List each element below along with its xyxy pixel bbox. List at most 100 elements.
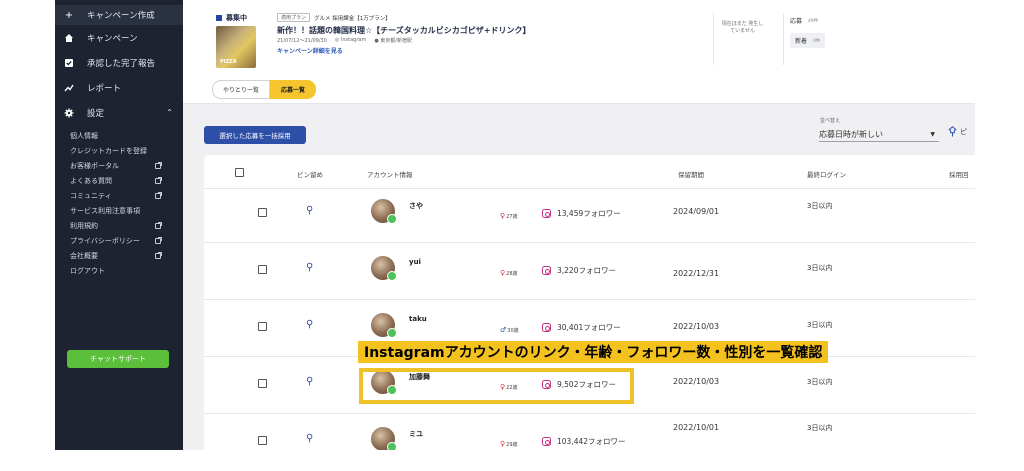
external-link-icon xyxy=(155,236,162,244)
sub-item-label: クレジットカードを登録 xyxy=(70,146,147,155)
last-login: 3日以内 xyxy=(807,378,833,386)
age-gender: ♀ 29歳 xyxy=(500,440,518,448)
apply-label: 応募 xyxy=(790,18,803,25)
sidebar-sub-credit-card[interactable]: クレジットカードを登録 xyxy=(70,143,183,158)
sidebar-sub-logout[interactable]: ログアウト xyxy=(70,263,183,278)
select-all-checkbox[interactable] xyxy=(235,168,244,177)
pin-filter[interactable]: ピ xyxy=(948,126,967,137)
plus-icon: + xyxy=(64,9,74,21)
campaign-title: 新作！！話題の韓国料理☆【チーズタッカルビシカゴピザ+ドリンク】 xyxy=(277,26,531,35)
new-label: 新着 xyxy=(795,38,808,45)
follower-count: 103,442フォロワー xyxy=(557,437,626,446)
pin-icon[interactable]: ⚲ xyxy=(306,376,313,387)
last-login: 3日以内 xyxy=(807,321,833,329)
row-checkbox[interactable] xyxy=(258,322,267,331)
sub-item-label: コミュニティ xyxy=(70,191,112,200)
bulk-hire-button[interactable]: 選択した応募を一括採用 xyxy=(204,126,306,144)
header-account: アカウント情報 xyxy=(367,171,413,179)
table-row[interactable]: ⚲ ミユ ♀ 29歳 103,442フォロワー 2022/10/01 3日以内 xyxy=(204,414,975,450)
row-checkbox[interactable] xyxy=(258,208,267,217)
create-campaign-label: キャンペーン作成 xyxy=(87,11,155,21)
sub-item-label: お客様ポータル xyxy=(70,161,119,170)
sidebar-sub-customer-portal[interactable]: お客様ポータル xyxy=(70,158,183,173)
campaign-dates: 21/07/12〜21/09/30 xyxy=(277,38,327,44)
hold-period: 2022/10/01 xyxy=(673,423,720,432)
sub-item-label: 会社概要 xyxy=(70,251,98,260)
table-row[interactable]: ⚲ さや ♀ 27歳 13,459フォロワー 2024/09/01 3日以内 xyxy=(204,186,975,243)
row-checkbox[interactable] xyxy=(258,436,267,445)
pin-icon[interactable]: ⚲ xyxy=(306,319,313,330)
hold-period: 2024/09/01 xyxy=(673,207,720,216)
list-tabs: やりとり一覧 応募一覧 xyxy=(212,80,317,99)
pin-icon[interactable]: ⚲ xyxy=(306,262,313,273)
sidebar-sub-service-notes[interactable]: サービス利用注意事項 xyxy=(70,203,183,218)
external-link-icon xyxy=(155,161,162,169)
female-icon: ♀ xyxy=(500,440,506,448)
row-checkbox[interactable] xyxy=(258,265,267,274)
sidebar-item-campaign[interactable]: キャンペーン xyxy=(55,25,183,50)
chevron-up-icon[interactable]: ⌃ xyxy=(166,108,173,117)
external-link-icon xyxy=(155,191,162,199)
sub-item-label: 個人情報 xyxy=(70,131,98,140)
caret-down-icon: ▼ xyxy=(930,130,935,138)
campaign-thumbnail[interactable]: PIZZA xyxy=(216,26,256,68)
sidebar-sub-company[interactable]: 会社概要 xyxy=(70,248,183,263)
annotation-highlight-box xyxy=(359,368,634,404)
new-applications-chip[interactable]: 新着 0件 xyxy=(790,33,826,48)
pin-icon[interactable]: ⚲ xyxy=(306,205,313,216)
table-row[interactable]: ⚲ yui ♀ 28歳 3,220フォロワー 2022/12/31 3日以内 xyxy=(204,243,975,300)
sort-select[interactable]: 応募日時が新しい ▼ xyxy=(819,127,939,142)
account-name[interactable]: ミユ xyxy=(409,429,423,439)
sidebar-sub-privacy[interactable]: プライバシーポリシー xyxy=(70,233,183,248)
plan-row: 適用プラン グルメ 採用課金【1万プラン】 xyxy=(277,13,391,22)
sidebar-sub-faq[interactable]: よくある質問 xyxy=(70,173,183,188)
campaign-meta: 21/07/12〜21/09/30 ◎ Instagram ● 東京都/新宿駅 xyxy=(277,37,412,44)
account-name[interactable]: さや xyxy=(409,201,423,211)
avatar[interactable] xyxy=(371,256,397,281)
new-count: 0件 xyxy=(813,38,821,44)
sidebar-item-label: キャンペーン xyxy=(87,33,138,44)
male-icon: ♂ xyxy=(500,326,507,334)
account-name[interactable]: taku xyxy=(409,315,427,323)
applications-table: ピン留め アカウント情報 保留期間 最終ログイン 採用回 ⚲ さや ♀ 27歳 1… xyxy=(204,155,975,450)
row-checkbox[interactable] xyxy=(258,379,267,388)
instagram-link[interactable]: 3,220フォロワー xyxy=(542,265,616,276)
annotation-caption: Instagramアカウントのリンク・年齢・フォロワー数・性別を一覧確認 xyxy=(358,341,829,363)
age: 27歳 xyxy=(506,213,518,220)
sidebar-item-label: 設定 xyxy=(87,108,105,119)
age-gender: ♂ 30歳 xyxy=(500,326,519,334)
avatar[interactable] xyxy=(371,199,397,224)
sort-label: 並べ替え xyxy=(820,118,841,124)
campaign-summary-card: 募集中 PIZZA 適用プラン グルメ 採用課金【1万プラン】 新作！！話題の韓… xyxy=(183,0,975,104)
campaign-detail-link[interactable]: キャンペーン詳細を見る xyxy=(277,46,343,55)
pin-icon[interactable]: ⚲ xyxy=(306,433,313,444)
sidebar-sub-terms[interactable]: 利用規約 xyxy=(70,218,183,233)
account-name[interactable]: yui xyxy=(409,258,421,266)
sidebar-item-report[interactable]: レポート xyxy=(55,75,183,100)
header-hire-count: 採用回 xyxy=(949,171,969,179)
avatar[interactable] xyxy=(371,313,397,338)
sort-value: 応募日時が新しい xyxy=(819,129,883,139)
tab-applications[interactable]: 応募一覧 xyxy=(270,80,317,99)
gear-icon xyxy=(64,108,74,118)
sidebar-item-settings[interactable]: 設定 ⌃ xyxy=(55,100,183,125)
instagram-link[interactable]: 103,442フォロワー xyxy=(542,436,626,447)
tab-messages[interactable]: やりとり一覧 xyxy=(212,80,271,99)
sidebar-sub-personal-info[interactable]: 個人情報 xyxy=(70,128,183,143)
avatar[interactable] xyxy=(371,427,397,450)
hold-period: 2022/12/31 xyxy=(673,269,720,278)
instagram-link[interactable]: 30,401フォロワー xyxy=(542,322,621,333)
instagram-icon xyxy=(542,323,551,332)
female-icon: ♀ xyxy=(500,269,506,277)
sub-item-label: ログアウト xyxy=(70,266,105,275)
header-period: 保留期間 xyxy=(678,171,704,179)
sidebar-sub-community[interactable]: コミュニティ xyxy=(70,188,183,203)
application-count-box: 応募 49件 新着 0件 xyxy=(783,13,843,65)
create-campaign-button[interactable]: + キャンペーン作成 xyxy=(55,5,183,25)
pin-filter-label: ピ xyxy=(960,127,967,136)
sub-item-label: 利用規約 xyxy=(70,221,98,230)
campaign-status: 募集中 xyxy=(216,13,247,23)
chat-support-button[interactable]: チャットサポート xyxy=(67,350,169,368)
instagram-link[interactable]: 13,459フォロワー xyxy=(542,208,621,219)
sidebar-item-approved-reports[interactable]: 承認した完了報告 xyxy=(55,50,183,75)
